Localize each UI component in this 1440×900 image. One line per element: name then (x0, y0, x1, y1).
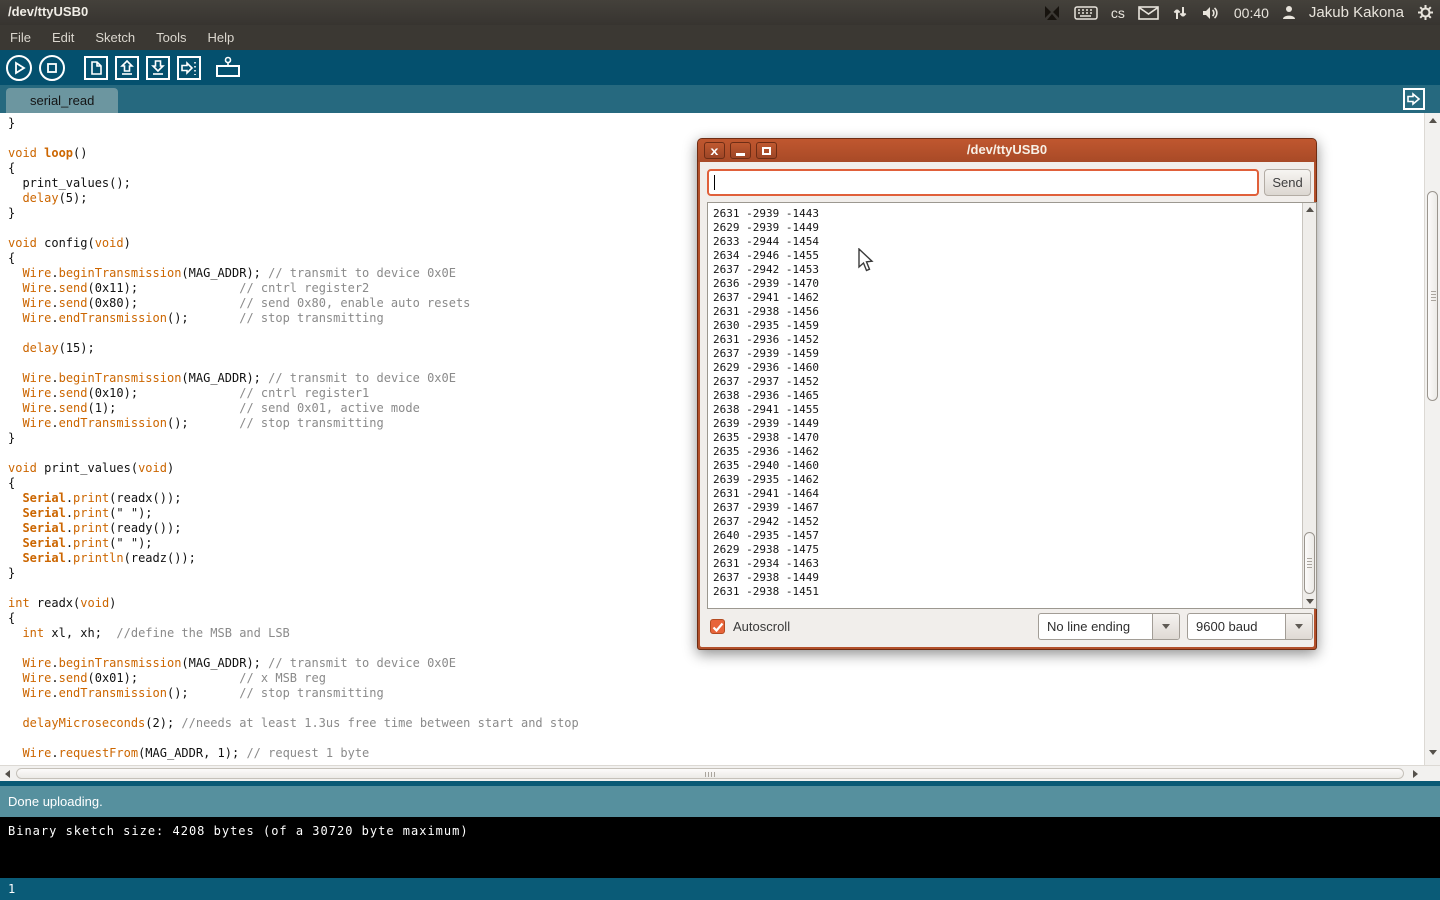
line-ending-select[interactable]: No line ending (1038, 613, 1180, 640)
menubar: File Edit Sketch Tools Help (0, 25, 1440, 50)
top-panel: /dev/ttyUSB0 cs 00:40 Jakub Kakona (0, 0, 1440, 25)
baud-rate-select[interactable]: 9600 baud (1187, 613, 1313, 640)
serial-monitor-window: x /dev/ttyUSB0 Send 2631 -2939 -14432629… (697, 138, 1317, 650)
serial-output-line: 2638 -2941 -1455 (713, 403, 1316, 417)
gear-icon[interactable] (1417, 4, 1434, 21)
tab-menu-icon[interactable] (1403, 88, 1425, 115)
menu-help[interactable]: Help (207, 30, 234, 45)
line-ending-value: No line ending (1039, 614, 1152, 639)
serial-output-line: 2631 -2939 -1443 (713, 207, 1316, 221)
verify-button[interactable] (5, 54, 33, 82)
open-button[interactable] (114, 55, 140, 81)
scrollbar-thumb[interactable] (16, 768, 1404, 779)
tray-app-icon[interactable] (1043, 5, 1061, 21)
serial-output-line: 2631 -2936 -1452 (713, 333, 1316, 347)
console-output: Binary sketch size: 4208 bytes (of a 307… (8, 824, 469, 838)
serial-output-line: 2637 -2937 -1452 (713, 375, 1316, 389)
code-line: Wire.requestFrom(MAG_ADDR, 1); // reques… (8, 746, 1424, 761)
window-title: /dev/ttyUSB0 (8, 4, 88, 19)
chevron-down-icon[interactable] (1152, 614, 1179, 639)
scrollbar-thumb[interactable] (1304, 532, 1315, 594)
serial-output-area[interactable]: 2631 -2939 -14432629 -2939 -14492633 -29… (707, 202, 1317, 609)
stop-button[interactable] (38, 54, 66, 82)
system-tray: cs 00:40 Jakub Kakona (1043, 0, 1434, 25)
line-number-bar: 1 (0, 878, 1440, 900)
serial-output-line: 2635 -2940 -1460 (713, 459, 1316, 473)
updown-arrows-icon[interactable] (1172, 5, 1188, 21)
code-line: Wire.beginTransmission(MAG_ADDR); // tra… (8, 656, 1424, 671)
serial-output-line: 2629 -2938 -1475 (713, 543, 1316, 557)
code-line (8, 731, 1424, 746)
serial-output-line: 2633 -2944 -1454 (713, 235, 1316, 249)
serial-output-line: 2637 -2942 -1453 (713, 263, 1316, 277)
save-button[interactable] (145, 55, 171, 81)
check-icon (712, 622, 724, 633)
serial-output-line: 2637 -2939 -1467 (713, 501, 1316, 515)
serial-monitor-button[interactable] (213, 55, 243, 81)
serial-output-line: 2634 -2946 -1455 (713, 249, 1316, 263)
tab-serial-read[interactable]: serial_read (6, 88, 118, 113)
menu-tools[interactable]: Tools (156, 30, 186, 45)
send-button-label: Send (1272, 175, 1302, 190)
upload-button[interactable] (176, 55, 202, 81)
code-line: } (8, 116, 1424, 131)
serial-output-line: 2629 -2939 -1449 (713, 221, 1316, 235)
code-line: delayMicroseconds(2); //needs at least 1… (8, 716, 1424, 731)
serial-output-line: 2637 -2942 -1452 (713, 515, 1316, 529)
code-line: Wire.endTransmission(); // stop transmit… (8, 686, 1424, 701)
user-icon[interactable] (1282, 5, 1296, 20)
code-line (8, 701, 1424, 716)
serial-output-line: 2640 -2935 -1457 (713, 529, 1316, 543)
serial-output-line: 2635 -2938 -1470 (713, 431, 1316, 445)
editor-horizontal-scrollbar[interactable] (0, 765, 1440, 781)
serial-output-line: 2629 -2936 -1460 (713, 361, 1316, 375)
serial-output-line: 2631 -2938 -1451 (713, 585, 1316, 599)
tab-label: serial_read (30, 93, 94, 108)
volume-icon[interactable] (1201, 5, 1221, 21)
text-caret (714, 175, 715, 190)
serial-vertical-scrollbar[interactable] (1302, 203, 1316, 608)
serial-monitor-title: /dev/ttyUSB0 (698, 142, 1316, 157)
new-sketch-button[interactable] (83, 55, 109, 81)
serial-output-line: 2639 -2935 -1462 (713, 473, 1316, 487)
clock[interactable]: 00:40 (1234, 5, 1269, 21)
status-message: Done uploading. (8, 794, 103, 809)
serial-output-line: 2637 -2941 -1462 (713, 291, 1316, 305)
status-bar: Done uploading. (0, 786, 1440, 817)
editor-vertical-scrollbar[interactable] (1424, 113, 1440, 765)
autoscroll-label: Autoscroll (733, 619, 790, 634)
serial-output-line: 2630 -2935 -1459 (713, 319, 1316, 333)
build-console: Binary sketch size: 4208 bytes (of a 307… (0, 817, 1440, 878)
tab-strip: serial_read (0, 85, 1440, 113)
menu-file[interactable]: File (10, 30, 31, 45)
serial-output-line: 2631 -2934 -1463 (713, 557, 1316, 571)
serial-output-line: 2638 -2936 -1465 (713, 389, 1316, 403)
toolbar (0, 50, 1440, 85)
serial-input-field[interactable] (707, 169, 1259, 196)
menu-edit[interactable]: Edit (52, 30, 74, 45)
serial-output-line: 2631 -2938 -1456 (713, 305, 1316, 319)
current-line-number: 1 (8, 882, 15, 896)
serial-output-line: 2637 -2938 -1449 (713, 571, 1316, 585)
serial-output-line: 2639 -2939 -1449 (713, 417, 1316, 431)
serial-output-line: 2637 -2939 -1459 (713, 347, 1316, 361)
baud-rate-value: 9600 baud (1188, 614, 1285, 639)
serial-output-line: 2636 -2939 -1470 (713, 277, 1316, 291)
serial-monitor-controls: Autoscroll No line ending 9600 baud (700, 607, 1314, 647)
serial-output: 2631 -2939 -14432629 -2939 -14492633 -29… (708, 203, 1316, 599)
menu-sketch[interactable]: Sketch (95, 30, 135, 45)
code-line: Wire.send(0x01); // x MSB reg (8, 671, 1424, 686)
username[interactable]: Jakub Kakona (1309, 4, 1404, 21)
serial-output-line: 2631 -2941 -1464 (713, 487, 1316, 501)
serial-monitor-body: Send 2631 -2939 -14432629 -2939 -1449263… (700, 162, 1314, 647)
keyboard-icon[interactable] (1074, 5, 1098, 20)
serial-monitor-titlebar[interactable]: x /dev/ttyUSB0 (698, 139, 1316, 162)
send-button[interactable]: Send (1264, 169, 1311, 196)
keyboard-layout-indicator[interactable]: cs (1111, 5, 1125, 21)
autoscroll-checkbox[interactable] (710, 619, 725, 634)
chevron-down-icon[interactable] (1285, 614, 1312, 639)
serial-output-line: 2635 -2936 -1462 (713, 445, 1316, 459)
mail-icon[interactable] (1138, 5, 1159, 20)
scrollbar-thumb[interactable] (1427, 191, 1438, 401)
